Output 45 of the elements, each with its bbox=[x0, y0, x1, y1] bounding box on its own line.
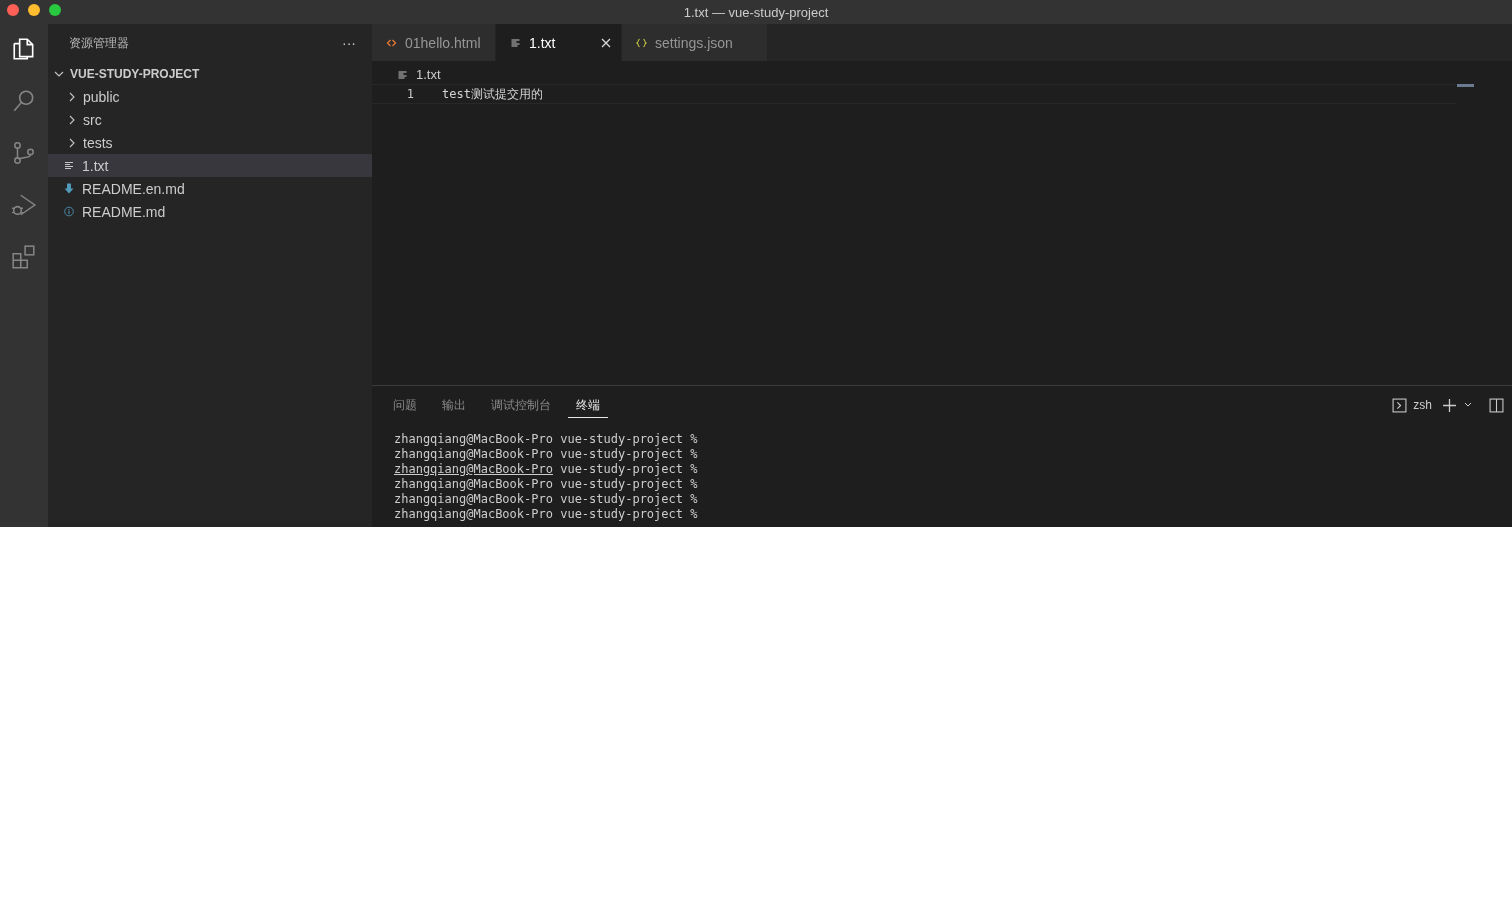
text-file-icon bbox=[64, 160, 74, 171]
download-arrow-icon bbox=[64, 183, 74, 194]
braces-icon bbox=[636, 37, 647, 48]
terminal-line: zhangqiang@MacBook-Pro vue-study-project % bbox=[394, 492, 699, 507]
panel-tab[interactable]: 输出 bbox=[434, 392, 474, 418]
shell-label[interactable]: zsh bbox=[1413, 398, 1432, 412]
code-brackets-icon bbox=[386, 37, 397, 48]
zoom-button[interactable] bbox=[49, 4, 61, 16]
close-icon[interactable] bbox=[601, 37, 611, 48]
editor-tab[interactable]: settings.json bbox=[622, 24, 768, 61]
window-title: 1.txt — vue-study-project bbox=[683, 4, 829, 20]
terminal-icon bbox=[1392, 397, 1408, 413]
tree-item[interactable]: README.en.md bbox=[48, 177, 372, 200]
close-button[interactable] bbox=[7, 4, 19, 16]
minimize-button[interactable] bbox=[28, 4, 40, 16]
editor-tab[interactable]: 1.txt bbox=[496, 24, 622, 61]
minimap-drawing bbox=[1457, 84, 1474, 87]
terminal-line: zhangqiang@MacBook-Pro vue-study-project % bbox=[394, 462, 699, 477]
tree-item[interactable]: VUE-STUDY-PROJECT bbox=[48, 62, 372, 85]
text-file-icon bbox=[510, 37, 521, 48]
tree-item[interactable]: 1.txt bbox=[48, 154, 372, 177]
tree-item[interactable]: tests bbox=[48, 131, 372, 154]
split-icon[interactable] bbox=[1489, 397, 1504, 413]
terminal-line: zhangqiang@MacBook-Pro vue-study-project % bbox=[394, 432, 699, 447]
more-actions-button[interactable]: ··· bbox=[342, 35, 356, 51]
branch-icon[interactable] bbox=[11, 140, 37, 166]
text-file-icon bbox=[397, 69, 408, 80]
panel-tab[interactable]: 调试控制台 bbox=[483, 392, 559, 418]
line-number: 1 bbox=[405, 87, 414, 101]
tree-item[interactable]: public bbox=[48, 85, 372, 108]
tree-item[interactable]: README.md bbox=[48, 200, 372, 223]
plus-icon[interactable] bbox=[1442, 397, 1457, 413]
info-icon bbox=[64, 206, 74, 217]
panel-tab[interactable]: 终端 bbox=[568, 392, 608, 418]
run-debug-icon[interactable] bbox=[11, 192, 37, 218]
terminal-line: zhangqiang@MacBook-Pro vue-study-project % bbox=[394, 477, 699, 492]
breadcrumb[interactable]: 1.txt bbox=[372, 61, 1512, 84]
editor-tab[interactable]: 01hello.html bbox=[372, 24, 496, 61]
panel-tab[interactable]: 问题 bbox=[385, 392, 425, 418]
terminal-line: zhangqiang@MacBook-Pro vue-study-project % bbox=[394, 447, 699, 462]
terminal-line: zhangqiang@MacBook-Pro vue-study-project % bbox=[394, 507, 699, 522]
extensions-icon[interactable] bbox=[11, 244, 37, 270]
panel-title: 资源管理器 bbox=[69, 34, 129, 52]
tree-item[interactable]: src bbox=[48, 108, 372, 131]
code-line: test测试提交用的 bbox=[442, 85, 543, 103]
